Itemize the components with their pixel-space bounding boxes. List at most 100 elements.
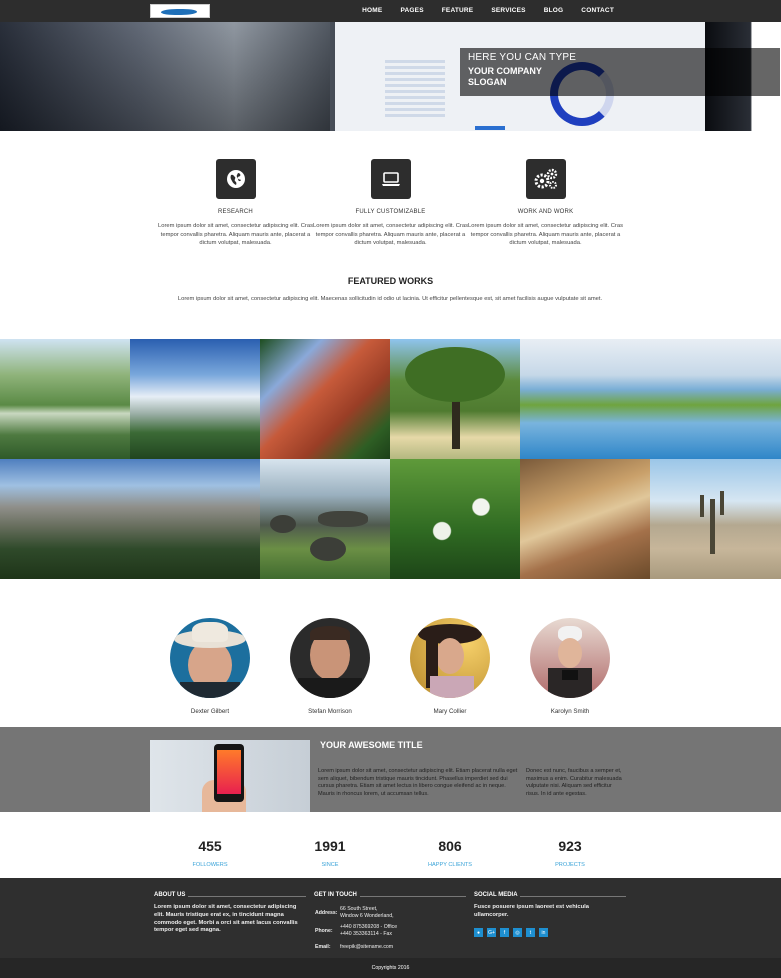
stat-label: SINCE	[321, 862, 339, 868]
menu-blog[interactable]: BLOG	[535, 0, 573, 22]
avatar[interactable]	[170, 618, 250, 698]
avatar[interactable]	[290, 618, 370, 698]
main-menu: HOME PAGES FEATURE SERVICES BLOG CONTACT	[353, 0, 623, 22]
tree-canopy	[405, 347, 505, 402]
twitter-icon[interactable]: t	[526, 928, 535, 937]
menu-services[interactable]: SERVICES	[482, 0, 534, 22]
menu-home[interactable]: HOME	[353, 0, 391, 22]
email-value[interactable]: freepik@sitename.com	[340, 944, 393, 951]
stat-label: PROJECTS	[555, 862, 585, 868]
feature-text: Lorem ipsum dolor sit amet, consectetur …	[158, 223, 313, 246]
feature-title: RESEARCH	[218, 209, 253, 215]
hero-slogan-line2: YOUR COMPANY SLOGAN	[468, 66, 542, 87]
stat-number: 455	[198, 838, 222, 854]
stat-number: 923	[558, 838, 582, 854]
gallery-clover[interactable]	[390, 459, 520, 579]
team-member: Karolyn Smith	[530, 618, 610, 715]
dribbble-icon[interactable]: ◎	[513, 928, 522, 937]
avatar-shirt	[430, 676, 474, 698]
google-plus-icon[interactable]: G+	[487, 928, 496, 937]
menu-contact[interactable]: CONTACT	[572, 0, 623, 22]
team-member: Mary Collier	[410, 618, 490, 715]
address-label: Address:	[315, 910, 338, 916]
team-member: Dexter Gilbert	[170, 618, 250, 715]
hero-slogan-box: HERE YOU CAN TYPE YOUR COMPANY SLOGAN	[460, 48, 780, 96]
member-name: Dexter Gilbert	[190, 708, 230, 715]
boulder	[318, 511, 368, 527]
hero-blur-overlay	[0, 22, 330, 131]
phone-screen	[217, 750, 241, 794]
address-line2: Window 6 Wonderland,	[340, 913, 394, 919]
joshua-tree-branch	[720, 491, 724, 515]
member-name: Karolyn Smith	[550, 708, 590, 715]
avatar-face	[436, 638, 464, 674]
gallery-canyon[interactable]	[260, 339, 390, 459]
phone-icon	[214, 744, 244, 802]
featured-works-text: Lorem ipsum dolor sit amet, consectetur …	[177, 296, 603, 302]
footer-social-title: SOCIAL MEDIA	[474, 892, 518, 898]
gallery-falls-sky[interactable]	[130, 339, 260, 459]
menu-feature[interactable]: FEATURE	[433, 0, 483, 22]
gallery-tree[interactable]	[390, 339, 520, 459]
stat-label: HAPPY CLIENTS	[427, 862, 473, 868]
address-line1: 66 South Street,	[340, 906, 378, 912]
stat-projects: 923 PROJECTS	[520, 838, 620, 868]
social-icons: ● G+ f ◎ t in	[474, 928, 548, 937]
hero-screen-table	[385, 57, 445, 117]
gallery-joshua-tree[interactable]	[650, 459, 781, 579]
top-nav: HOME PAGES FEATURE SERVICES BLOG CONTACT	[0, 0, 781, 22]
footer: ABOUT US Lorem ipsum dolor sit amet, con…	[0, 878, 781, 978]
banner-text-col2: Donec est nunc, faucibus a semper et, ma…	[526, 768, 622, 797]
stat-happy-clients: 806 HAPPY CLIENTS	[400, 838, 500, 868]
logo-swoosh-icon	[159, 9, 199, 15]
stat-since: 1991 SINCE	[280, 838, 380, 868]
linkedin-icon[interactable]: in	[539, 928, 548, 937]
tree-trunk	[452, 394, 460, 449]
phone-line1: +440 875369208 - Office	[340, 924, 398, 930]
menu-pages[interactable]: PAGES	[391, 0, 432, 22]
feature-text: Lorem ipsum dolor sit amet, consectetur …	[468, 223, 623, 246]
gallery-mountains[interactable]	[0, 459, 260, 579]
feature-work: WORK AND WORK Lorem ipsum dolor sit amet…	[468, 159, 623, 248]
phone-image	[150, 740, 310, 812]
user-icon[interactable]: ●	[474, 928, 483, 937]
facebook-icon[interactable]: f	[500, 928, 509, 937]
footer-divider	[520, 896, 626, 897]
footer-divider	[188, 896, 306, 897]
stat-number: 1991	[314, 838, 346, 854]
avatar-face	[558, 638, 582, 668]
gears-icon	[525, 159, 566, 199]
avatar-shirt	[180, 682, 240, 698]
email-label: Email:	[315, 944, 331, 950]
feature-customizable: FULLY CUSTOMIZABLE Lorem ipsum dolor sit…	[313, 159, 468, 248]
avatar-hat-crown	[192, 622, 228, 642]
feature-title: FULLY CUSTOMIZABLE	[355, 209, 426, 215]
featured-works-title: FEATURED WORKS	[347, 276, 434, 286]
phone-line2: +440 353363114 - Fax	[340, 931, 392, 937]
gallery-rocks[interactable]	[260, 459, 390, 579]
team-member: Stefan Morrison	[290, 618, 370, 715]
boulder	[270, 515, 296, 533]
boulder	[310, 537, 346, 561]
phone-label: Phone:	[315, 928, 333, 934]
joshua-tree-trunk	[710, 499, 715, 554]
avatar-hair	[310, 626, 350, 640]
footer-social-text: Fusce posuere ipsum laoreet est vehicula…	[474, 904, 590, 918]
avatar[interactable]	[530, 618, 610, 698]
stat-number: 806	[438, 838, 462, 854]
stat-followers: 455 FOLLOWERS	[160, 838, 260, 868]
avatar[interactable]	[410, 618, 490, 698]
banner-text-col1: Lorem ipsum dolor sit amet, consectetur …	[318, 768, 518, 797]
hero-screen-bar	[475, 126, 505, 130]
globe-icon	[215, 159, 256, 199]
gallery-waterfall[interactable]	[0, 339, 130, 459]
gallery-lake[interactable]	[520, 339, 781, 459]
feature-title: WORK AND WORK	[517, 209, 574, 215]
laptop-icon	[370, 159, 411, 199]
logo[interactable]	[150, 4, 210, 18]
footer-about-title: ABOUT US	[154, 892, 186, 898]
hero-slogan-line1: HERE YOU CAN TYPE	[468, 52, 577, 63]
gallery-desert-aerial[interactable]	[520, 459, 650, 579]
copyright: Copyrights 2016	[0, 958, 781, 978]
member-name: Mary Collier	[433, 708, 467, 715]
